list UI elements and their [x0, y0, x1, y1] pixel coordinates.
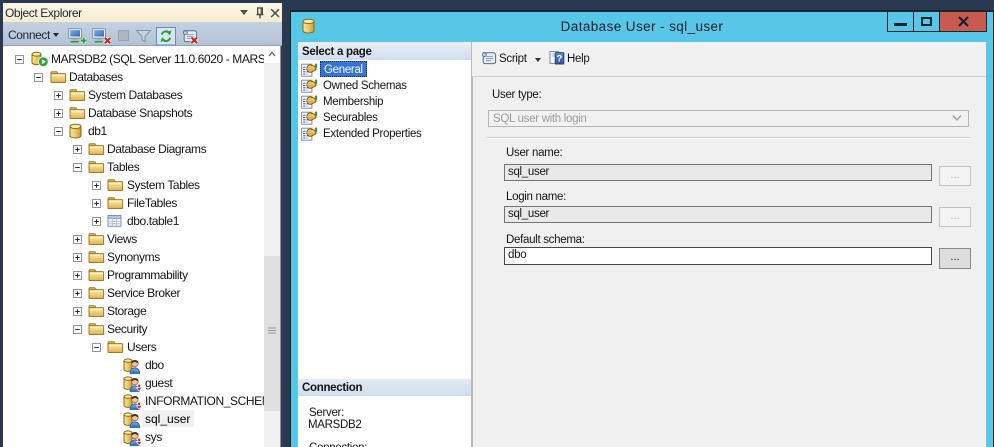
svg-text:?: ? [556, 53, 562, 64]
